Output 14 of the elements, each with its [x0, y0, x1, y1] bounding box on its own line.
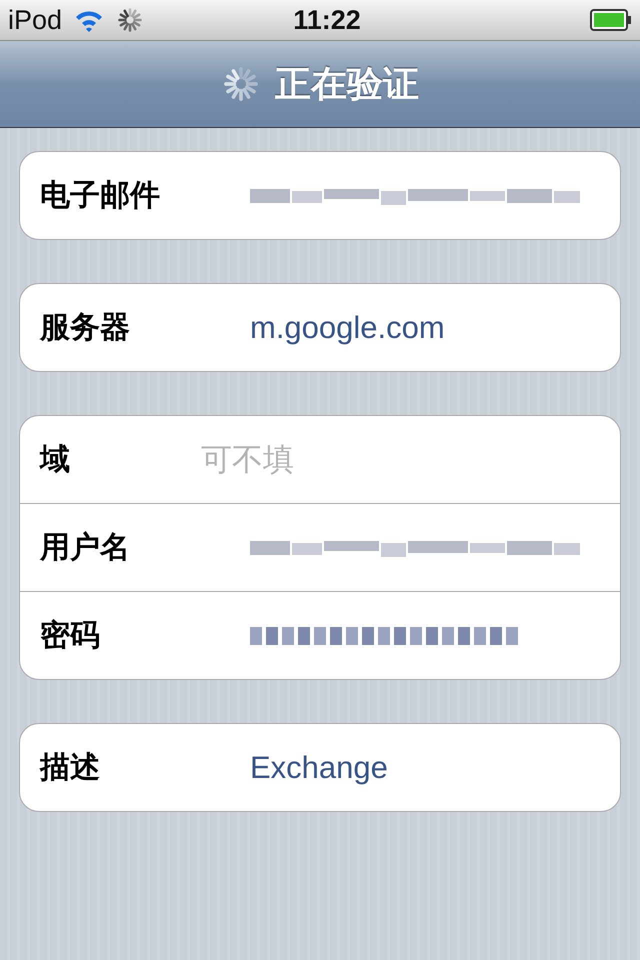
text-field[interactable]: 可不填 — [201, 442, 600, 478]
field-label: 服务器 — [40, 310, 131, 346]
field-label: 用户名 — [40, 530, 131, 566]
carrier-label: iPod — [8, 4, 62, 36]
field-value[interactable]: m.google.com — [250, 310, 600, 346]
field-label: 电子邮件 — [40, 178, 161, 214]
battery-icon — [590, 9, 632, 31]
nav-title: 正在验证 — [275, 62, 419, 106]
field-label: 描述 — [40, 750, 101, 786]
field-label: 域 — [40, 442, 71, 478]
spinner-icon — [116, 6, 144, 34]
field-value[interactable]: Exchange — [250, 750, 600, 786]
field-label: 密码 — [40, 618, 101, 654]
time-label: 11:22 — [292, 4, 362, 36]
